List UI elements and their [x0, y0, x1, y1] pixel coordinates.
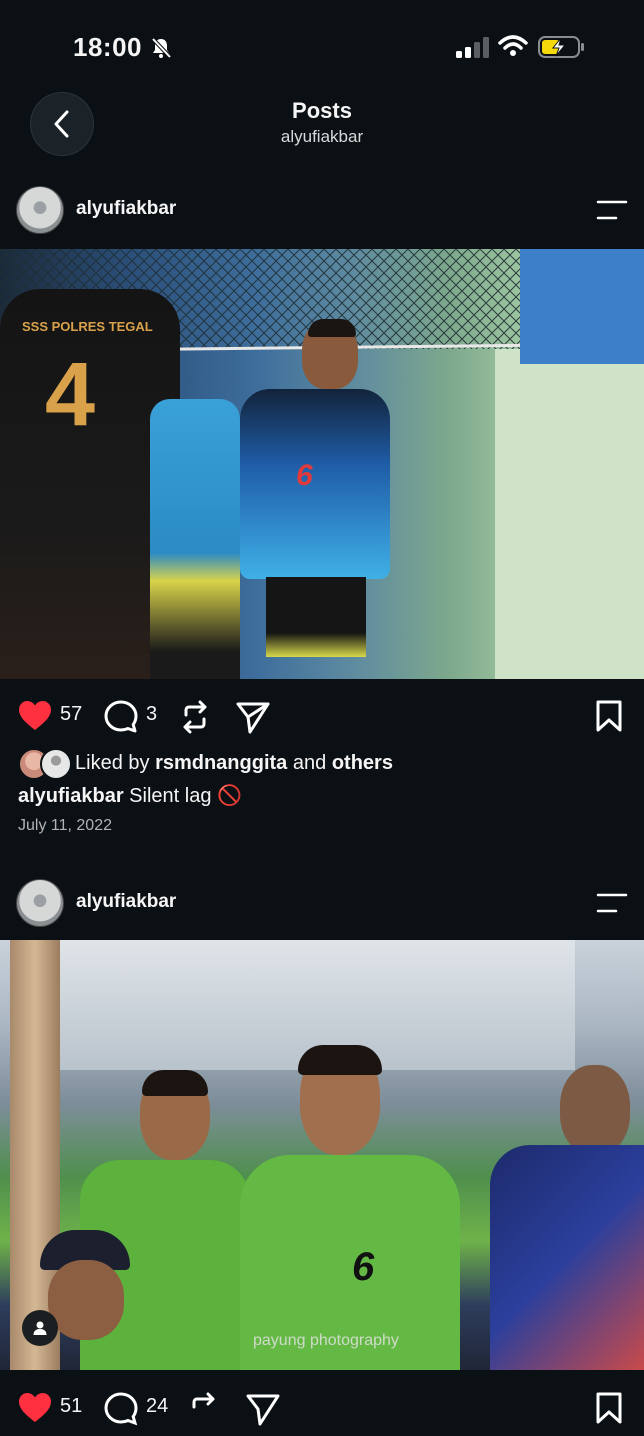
- comment-icon[interactable]: [104, 700, 138, 734]
- comment-count[interactable]: 24: [146, 1395, 168, 1418]
- post-date: July 11, 2022: [18, 817, 112, 834]
- liked-by-text[interactable]: Liked by rsmdnanggita and others: [75, 752, 393, 775]
- liked-by-user[interactable]: rsmdnanggita: [155, 752, 287, 774]
- status-bar: 18:00: [0, 0, 644, 90]
- caption-text: Silent lag 🚫: [129, 785, 242, 807]
- more-options-icon[interactable]: [596, 891, 628, 915]
- repost-icon[interactable]: [180, 700, 210, 734]
- post-header: alyufiakbar: [0, 180, 644, 250]
- share-icon[interactable]: [246, 1392, 280, 1426]
- player-middle: [150, 399, 240, 679]
- person-main: 6: [240, 1045, 460, 1370]
- person-front: [30, 1230, 140, 1370]
- battery-charging-icon: [538, 36, 584, 58]
- more-options-icon[interactable]: [596, 198, 628, 222]
- liked-by-and: and: [292, 752, 327, 774]
- banner: [520, 249, 644, 364]
- bell-muted-icon: [151, 37, 172, 59]
- player-number: 6: [296, 459, 313, 492]
- post-2-actions: 51 24: [0, 1380, 644, 1436]
- liked-by-avatars[interactable]: [18, 748, 72, 780]
- heart-filled-icon[interactable]: [18, 1392, 52, 1424]
- person-icon: [33, 1321, 47, 1335]
- post-caption: alyufiakbar Silent lag 🚫: [18, 783, 242, 808]
- like-count[interactable]: 51: [60, 1395, 82, 1418]
- bookmark-icon[interactable]: [596, 1392, 622, 1424]
- bookmark-icon[interactable]: [596, 700, 622, 732]
- avatar[interactable]: [16, 186, 64, 234]
- share-icon[interactable]: [236, 700, 270, 734]
- liked-avatar-2: [40, 748, 72, 780]
- like-count[interactable]: 57: [60, 703, 82, 726]
- post-photo[interactable]: 6 payung photography: [0, 940, 644, 1370]
- avatar[interactable]: [16, 879, 64, 927]
- caption-username[interactable]: alyufiakbar: [18, 785, 124, 807]
- heart-filled-icon[interactable]: [18, 700, 52, 732]
- status-time: 18:00: [73, 32, 142, 62]
- wall: [495, 349, 644, 679]
- post-photo[interactable]: SSS POLRES TEGAL 4 6: [0, 249, 644, 679]
- profile-shortcut-button[interactable]: [22, 1310, 58, 1346]
- comment-icon[interactable]: [104, 1392, 138, 1426]
- comment-count[interactable]: 3: [146, 703, 157, 726]
- cellular-signal-icon: [456, 37, 489, 58]
- post-2: alyufiakbar: [0, 873, 644, 943]
- player-main: 6: [230, 319, 400, 679]
- liked-by-prefix: Liked by: [75, 752, 150, 774]
- page-subtitle: alyufiakbar: [280, 127, 364, 146]
- post-username[interactable]: alyufiakbar: [76, 891, 176, 913]
- page-title: Posts: [292, 98, 352, 123]
- jersey-number: 6: [352, 1245, 375, 1289]
- liked-by-others[interactable]: others: [332, 752, 393, 774]
- jersey-number: 4: [45, 345, 96, 445]
- jersey-team-text: SSS POLRES TEGAL: [22, 319, 153, 334]
- wifi-icon: [498, 35, 528, 56]
- watermark: payung photography: [253, 1332, 399, 1349]
- person-right: [470, 1065, 644, 1370]
- post-username[interactable]: alyufiakbar: [76, 198, 176, 220]
- repost-icon[interactable]: [188, 1392, 218, 1426]
- post-header: alyufiakbar: [0, 873, 644, 943]
- post-1: alyufiakbar: [0, 180, 644, 250]
- post-actions: 57 3: [0, 688, 644, 744]
